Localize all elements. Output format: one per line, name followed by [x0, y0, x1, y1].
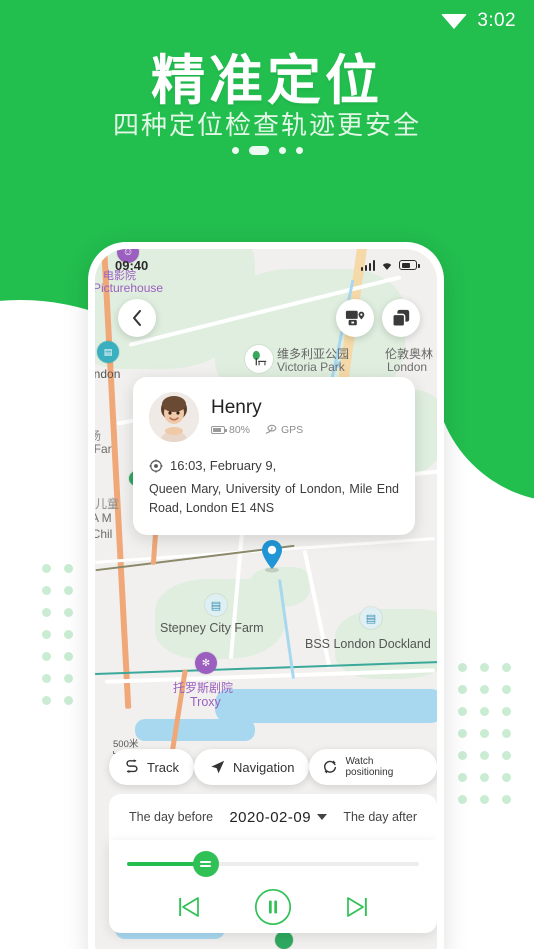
- avatar[interactable]: [149, 392, 199, 442]
- wifi-icon: [382, 262, 392, 270]
- battery-status: 80%: [211, 424, 250, 436]
- location-timestamp-row: 16:03, February 9,: [149, 458, 399, 473]
- map-poi-icon[interactable]: ▤: [360, 607, 382, 629]
- previous-day-button[interactable]: The day before: [129, 810, 213, 824]
- track-route-icon: [126, 759, 138, 773]
- next-day-button[interactable]: The day after: [343, 810, 417, 824]
- battery-icon: [211, 426, 227, 435]
- watch-positioning-button[interactable]: Watch positioning: [309, 749, 437, 785]
- refresh-locate-icon: [324, 760, 337, 774]
- page-title: 精准定位: [151, 51, 383, 111]
- navigation-button-label: Navigation: [233, 759, 295, 775]
- map-water: [215, 689, 437, 723]
- phone-mockup: ☺ 电影院 ey Picturehouse ▤ ondon 维多利亚公园 Vic…: [88, 242, 444, 949]
- map-layers-button[interactable]: [382, 299, 420, 337]
- phone-clock: 09:40: [115, 257, 149, 273]
- page-dot[interactable]: [295, 147, 303, 154]
- map-action-bar: Track Navigation Watch positioning: [109, 749, 437, 785]
- phone-screen: ☺ 电影院 ey Picturehouse ▤ ondon 维多利亚公园 Vic…: [95, 249, 437, 949]
- map-poi-park-icon[interactable]: [245, 345, 273, 373]
- navigation-arrow-icon: [211, 760, 225, 774]
- device-locate-icon: [345, 310, 365, 326]
- page-dot[interactable]: [278, 147, 286, 154]
- wifi-icon: [441, 13, 468, 29]
- signal-bars-icon: [360, 259, 375, 271]
- battery-percent: 80%: [229, 424, 251, 437]
- map-label-en: Stepney City Farm: [160, 621, 264, 635]
- watch-positioning-label: Watch positioning: [345, 755, 394, 779]
- map-label-en: ty Far: [95, 442, 112, 456]
- system-clock: 3:02: [477, 10, 516, 31]
- avatar-photo: [149, 392, 199, 442]
- decorative-dot-grid-left: [42, 564, 73, 705]
- location-address: Queen Mary, University of London, Mile E…: [149, 482, 399, 516]
- page-subtitle: 四种定位检查轨迹更安全: [112, 110, 421, 140]
- map-poi-icon[interactable]: ▤: [205, 594, 227, 616]
- navigation-button[interactable]: Navigation: [194, 749, 310, 785]
- playback-slider-handle[interactable]: [192, 851, 219, 877]
- previous-button[interactable]: [176, 895, 202, 919]
- map-label-en: Troxy: [190, 695, 221, 709]
- map-label-en: Victoria Park: [277, 360, 345, 374]
- map-label-en: &A M: [95, 511, 112, 525]
- page-dot[interactable]: [231, 147, 239, 154]
- chevron-down-icon: [317, 814, 328, 820]
- map-layers-icon: [392, 309, 410, 327]
- pause-icon: [254, 888, 292, 926]
- track-button-label: Track: [147, 759, 180, 775]
- map-label-en: BSS London Dockland: [305, 637, 431, 651]
- playback-slider[interactable]: [127, 851, 419, 877]
- map-label-en: f Chil: [95, 527, 113, 541]
- gps-satellite-icon: [265, 425, 277, 435]
- signal-source-label: GPS: [281, 424, 304, 437]
- date-selector[interactable]: 2020-02-09: [229, 808, 328, 826]
- playback-panel: [109, 840, 437, 933]
- date-navigation-bar: The day before 2020-02-09 The day after: [109, 794, 437, 840]
- tracker-info-card[interactable]: Henry 80% GPS 16:03, February 9, Queen M…: [133, 377, 415, 535]
- target-locate-icon: [149, 458, 163, 473]
- map-label-en: ey Picturehouse: [95, 281, 164, 295]
- location-timestamp: 16:03, February 9,: [170, 458, 277, 473]
- map-label-cn: 托罗斯剧院: [173, 681, 234, 695]
- back-chevron-icon: [133, 310, 141, 326]
- prev-track-icon: [179, 897, 199, 917]
- map-label-cn: 八儿童: [95, 497, 120, 511]
- map-poi-icon[interactable]: ✻: [195, 652, 217, 674]
- decorative-dot-grid-right: [458, 663, 511, 804]
- phone-status-bar: 09:40: [95, 255, 437, 275]
- selected-date: 2020-02-09: [229, 808, 312, 826]
- location-pin-marker[interactable]: [259, 539, 285, 578]
- page-dot-active[interactable]: [248, 146, 269, 155]
- map-pin-icon: [262, 540, 282, 573]
- signal-source: GPS: [264, 424, 303, 436]
- next-button[interactable]: [344, 895, 370, 919]
- map-label-en: ondon: [95, 367, 121, 381]
- onboarding-page-indicator[interactable]: [0, 146, 534, 155]
- next-track-icon: [347, 897, 367, 917]
- map-poi-icon[interactable]: ▤: [97, 341, 119, 363]
- map-poi-icon[interactable]: [275, 931, 293, 949]
- battery-icon: [399, 260, 420, 270]
- map-label-en: London: [387, 360, 428, 374]
- track-button[interactable]: Track: [109, 749, 195, 785]
- tracker-name: Henry: [211, 396, 262, 418]
- device-locate-button[interactable]: [336, 299, 374, 337]
- back-button[interactable]: [118, 299, 156, 337]
- play-pause-button[interactable]: [254, 888, 292, 926]
